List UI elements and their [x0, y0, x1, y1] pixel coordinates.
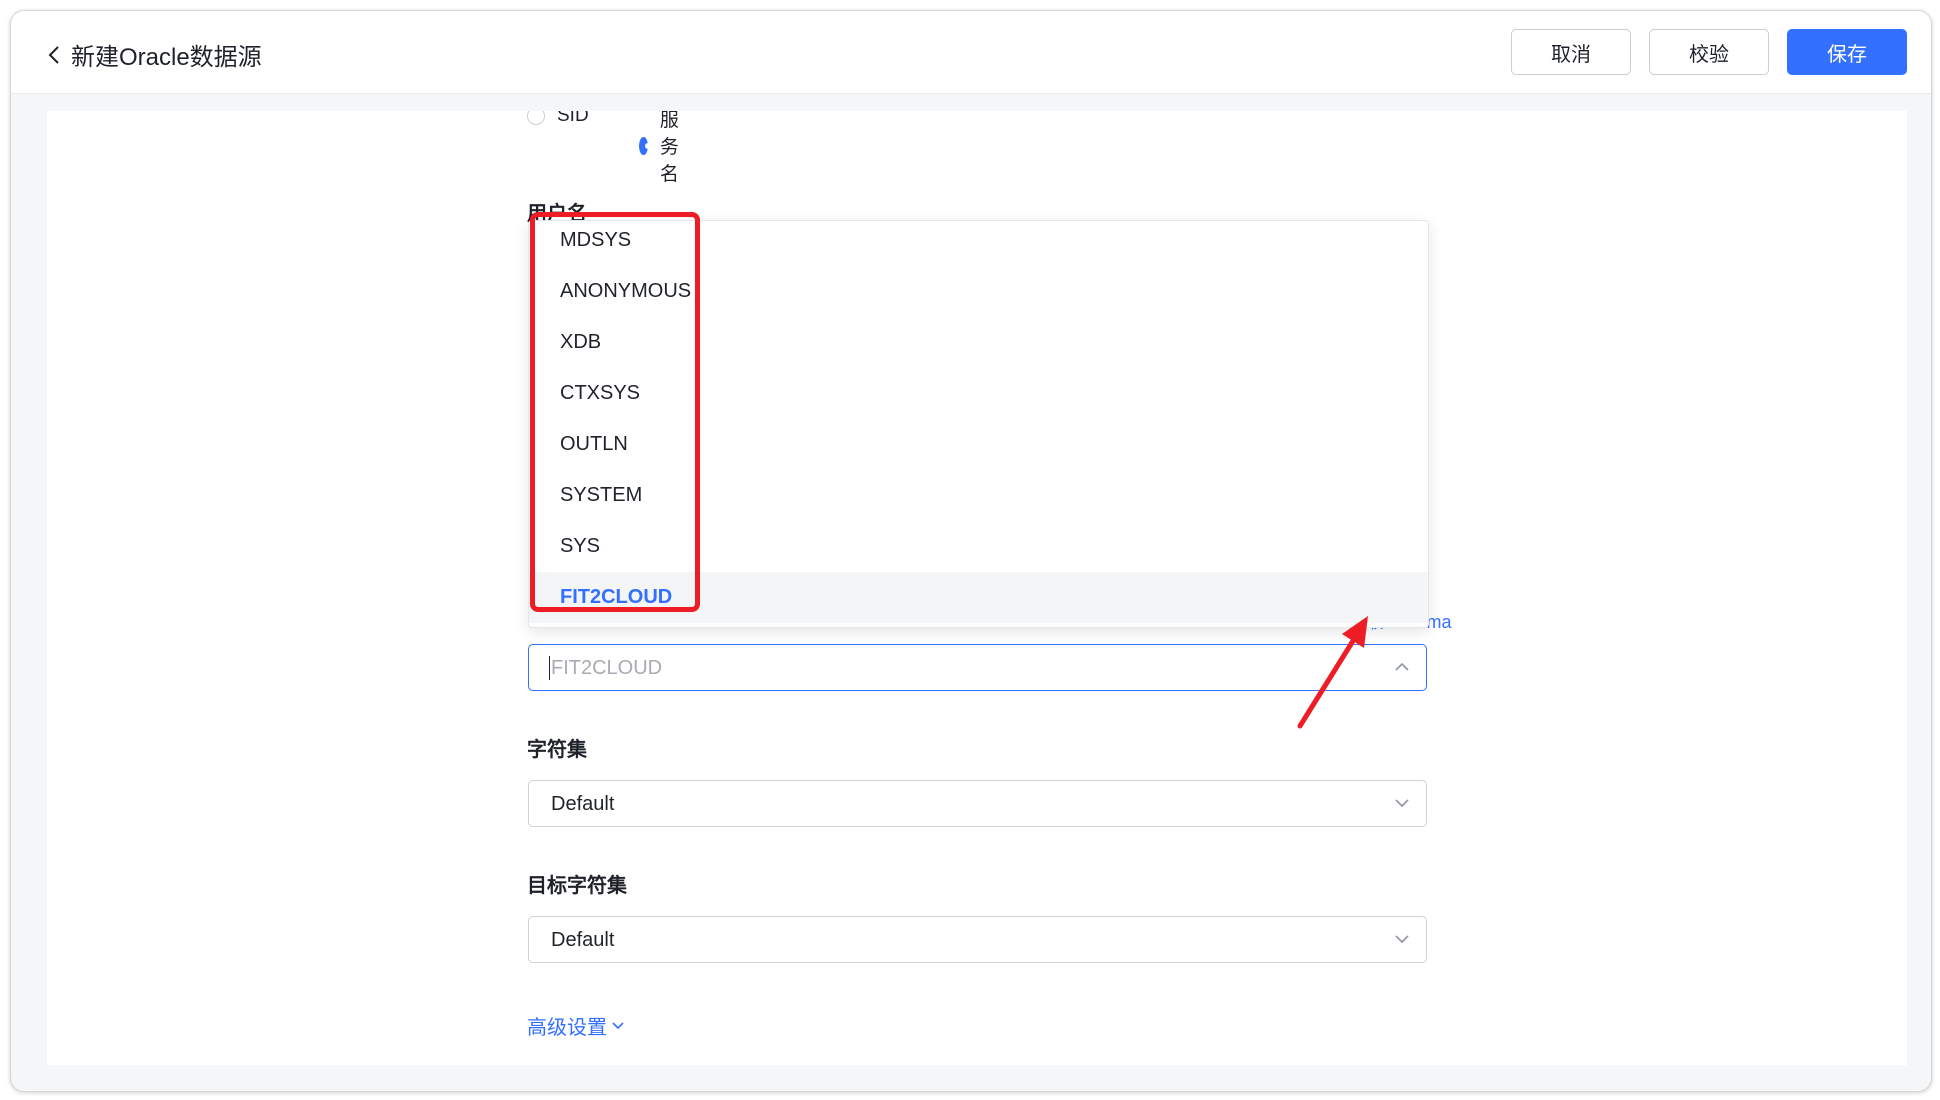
- target-charset-value: Default: [551, 929, 615, 951]
- charset-select[interactable]: Default: [528, 780, 1427, 827]
- dropdown-item[interactable]: CTXSYS: [529, 368, 1428, 419]
- dropdown-item[interactable]: SYSTEM: [529, 470, 1428, 521]
- schema-placeholder: FIT2CLOUD: [551, 657, 663, 679]
- chevron-down-icon: [1395, 935, 1409, 944]
- radio-circle: [527, 111, 545, 125]
- dropdown-item[interactable]: OUTLN: [529, 419, 1428, 470]
- radio-label: 服务名: [659, 111, 679, 185]
- top-bar: 新建Oracle数据源 取消 校验 保存: [11, 11, 1931, 94]
- advanced-settings-toggle[interactable]: 高级设置: [527, 1011, 625, 1040]
- charset-label: 字符集: [527, 739, 587, 761]
- schema-dropdown-menu: MDSYS ANONYMOUS XDB CTXSYS OUTLN SYSTEM …: [528, 220, 1429, 628]
- charset-value: Default: [551, 793, 615, 815]
- target-charset-select[interactable]: Default: [528, 916, 1427, 963]
- back-button[interactable]: 新建Oracle数据源: [47, 37, 262, 72]
- radio-circle-checked: [639, 136, 651, 155]
- dropdown-item[interactable]: ANONYMOUS: [529, 266, 1428, 317]
- radio-service-name[interactable]: 服务名: [639, 111, 688, 186]
- chevron-left-icon: [48, 45, 59, 64]
- dropdown-item[interactable]: MDSYS: [529, 221, 1428, 266]
- form-area: SID 服务名 用户名 + 获取 schema FIT2CLOUD 字符集 De…: [47, 111, 1907, 1065]
- app-window: 新建Oracle数据源 取消 校验 保存 SID 服务名 用户名 + 获取 sc…: [10, 10, 1932, 1092]
- cancel-button[interactable]: 取消: [1511, 29, 1631, 75]
- text-caret: [549, 656, 550, 680]
- validate-button[interactable]: 校验: [1649, 29, 1769, 75]
- advanced-settings-label: 高级设置: [527, 1017, 607, 1039]
- chevron-down-icon: [612, 1021, 624, 1029]
- radio-sid[interactable]: SID: [527, 111, 589, 127]
- target-charset-label: 目标字符集: [527, 875, 627, 897]
- dropdown-item[interactable]: XDB: [529, 317, 1428, 368]
- chevron-up-icon: [1395, 662, 1409, 671]
- page-title: 新建Oracle数据源: [71, 44, 262, 71]
- chevron-down-icon: [1395, 799, 1409, 808]
- radio-label: SID: [557, 111, 589, 126]
- annotation-arrow-icon: [1297, 616, 1368, 729]
- save-button[interactable]: 保存: [1787, 29, 1907, 75]
- dropdown-item[interactable]: SYS: [529, 521, 1428, 572]
